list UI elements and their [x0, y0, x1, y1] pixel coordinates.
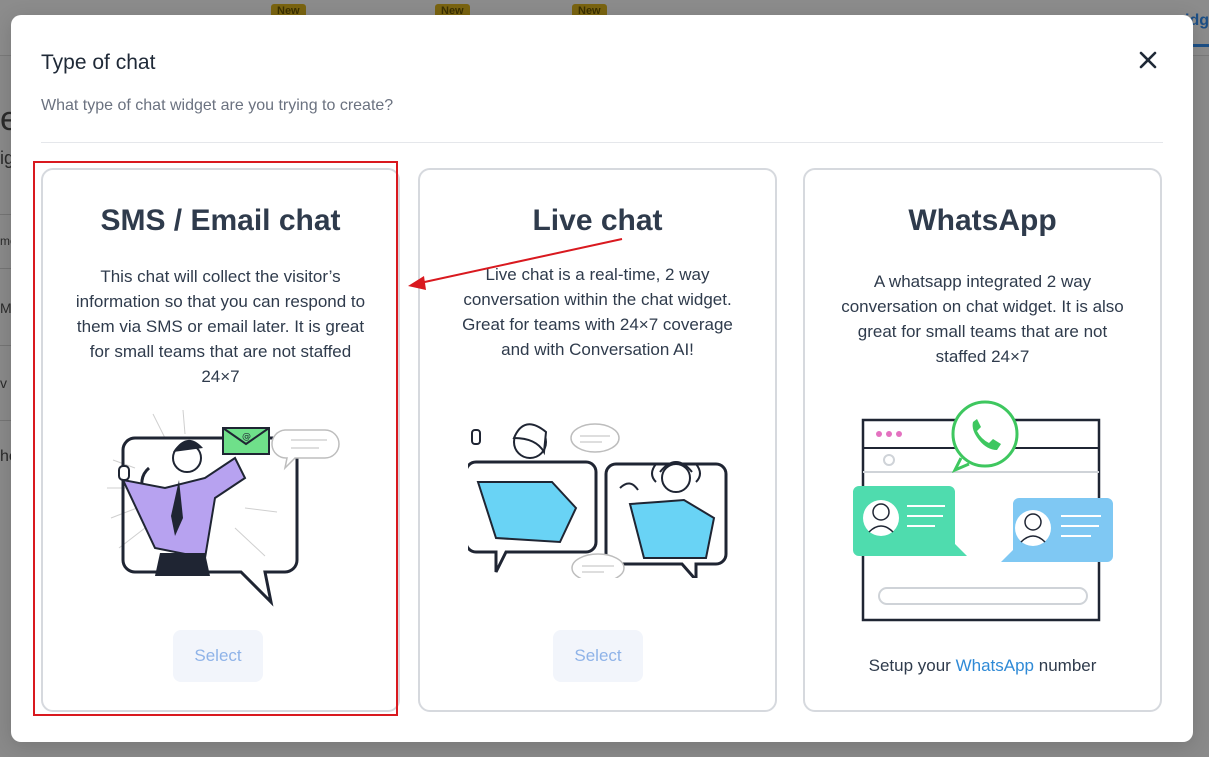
footnote-text: Setup your: [868, 656, 951, 675]
footnote-text: number: [1038, 656, 1097, 675]
card-title: WhatsApp: [908, 204, 1057, 237]
whatsapp-setup-link[interactable]: WhatsApp: [956, 656, 1034, 675]
card-description: A whatsapp integrated 2 way conversation…: [841, 272, 1124, 366]
card-description: Live chat is a real-time, 2 way conversa…: [462, 265, 733, 359]
card-sms-email[interactable]: SMS / Email chat This chat will collect …: [41, 168, 400, 712]
select-sms-email-button[interactable]: Select: [173, 630, 263, 682]
whatsapp-chat-window-illustration: [845, 398, 1115, 633]
modal-title: Type of chat: [41, 51, 156, 74]
whatsapp-setup-note: Setup your WhatsApp number: [805, 656, 1160, 676]
background-tab-underline: [1193, 44, 1209, 47]
background-text: v: [0, 375, 7, 391]
modal-subtitle: What type of chat widget are you trying …: [41, 97, 394, 114]
card-title: Live chat: [532, 204, 663, 237]
person-with-envelope-illustration: @: [105, 408, 345, 613]
select-live-chat-button[interactable]: Select: [553, 630, 643, 682]
modal-divider: [41, 142, 1163, 143]
svg-text:@: @: [242, 432, 251, 442]
chat-type-modal: Type of chat What type of chat widget ar…: [11, 15, 1193, 742]
card-description: This chat will collect the visitor’s inf…: [75, 267, 366, 386]
card-live-chat[interactable]: Live chat Live chat is a real-time, 2 wa…: [418, 168, 777, 712]
two-people-chatting-illustration: [464, 418, 730, 584]
card-title: SMS / Email chat: [100, 204, 341, 237]
background-text: M: [0, 300, 12, 316]
card-whatsapp[interactable]: WhatsApp A whatsapp integrated 2 way con…: [803, 168, 1162, 712]
close-icon[interactable]: [1137, 49, 1159, 71]
